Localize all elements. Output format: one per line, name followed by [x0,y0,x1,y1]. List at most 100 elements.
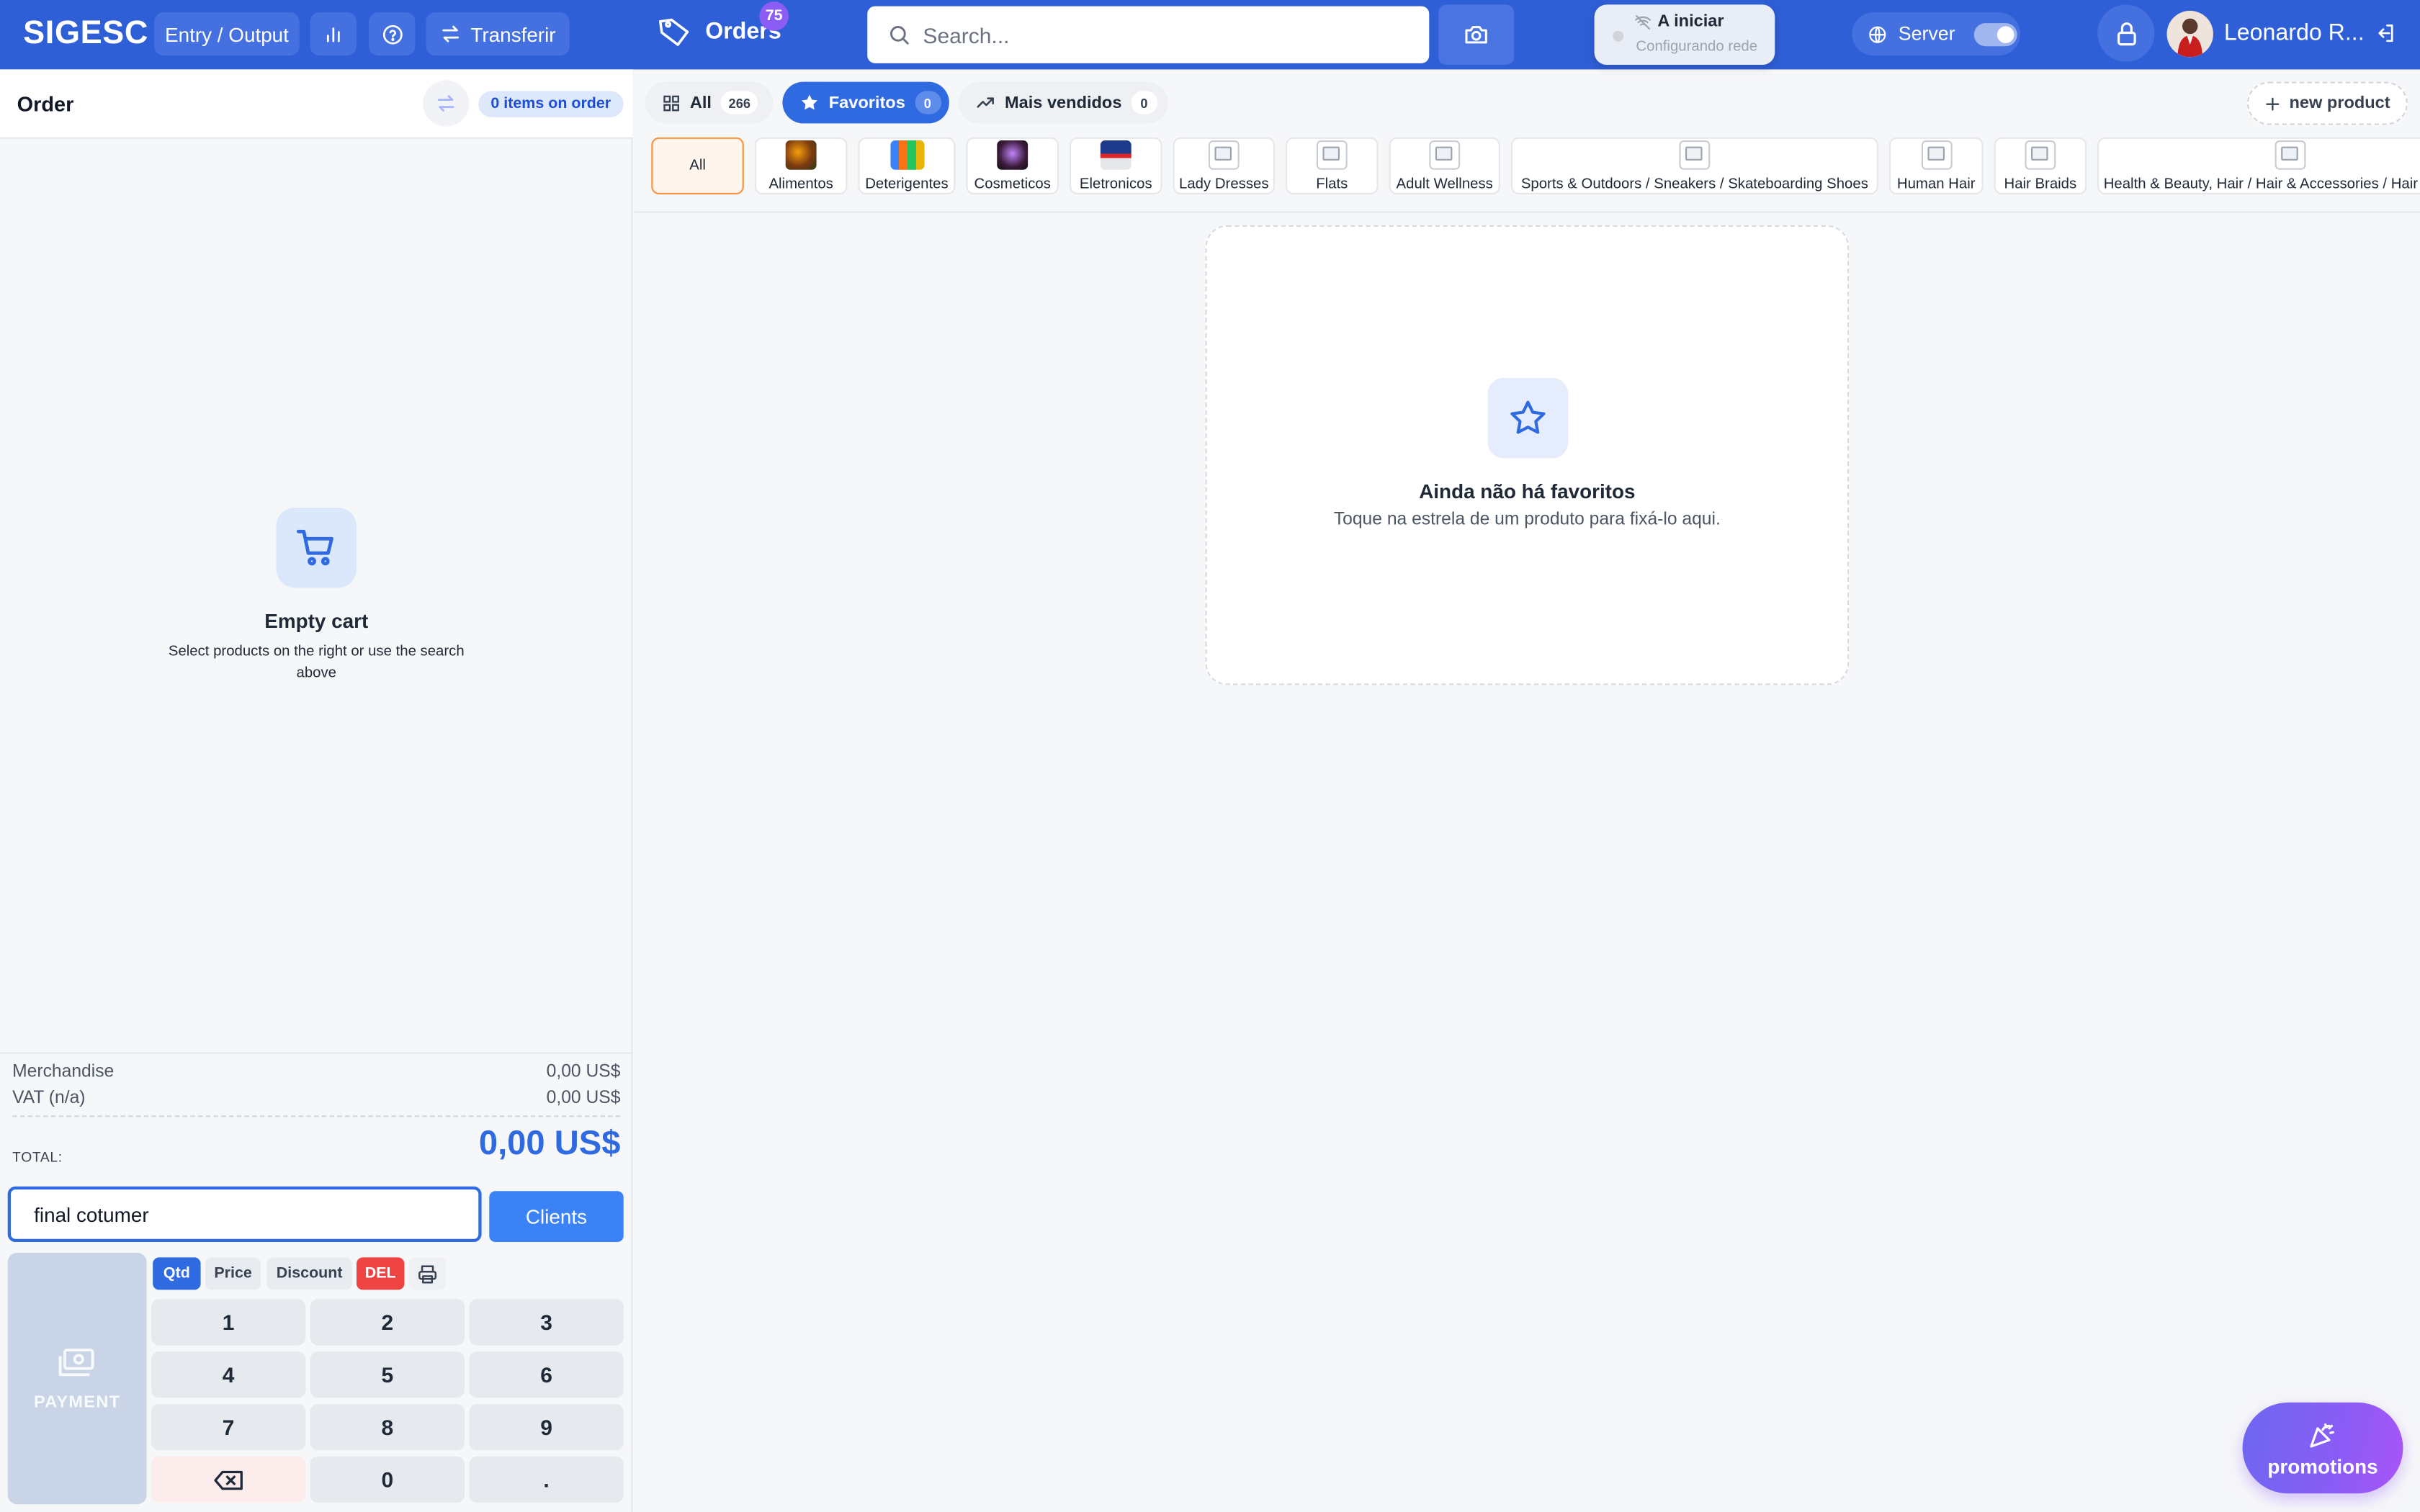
cash-icon [57,1346,97,1380]
vat-value: 0,00 US$ [546,1089,621,1108]
new-product-button[interactable]: new product [2247,81,2408,125]
vat-row: VAT (n/a) 0,00 US$ [12,1089,620,1108]
lock-button[interactable] [2097,4,2155,62]
vat-label: VAT (n/a) [12,1089,86,1108]
star-outline-icon [1487,378,1569,459]
logout-button[interactable] [2374,22,2397,45]
keypad-backspace[interactable] [151,1456,306,1503]
category-lady-dresses[interactable]: Lady Dresses [1173,137,1275,194]
category-flats[interactable]: Flats [1286,137,1379,194]
category-human-hair[interactable]: Human Hair [1888,137,1984,194]
keypad-decimal[interactable]: . [469,1456,624,1503]
broken-image-icon [1429,140,1461,170]
entry-output-button[interactable]: Entry / Output [154,12,300,56]
category-label: Cosmeticos [974,176,1051,193]
keypad-3[interactable]: 3 [469,1299,624,1346]
empty-cart-state: Empty cart Select products on the right … [0,508,633,685]
top-bar: SIGESC Entry / Output Transferir Orders … [0,0,2420,70]
keypad-1[interactable]: 1 [151,1299,306,1346]
category-label: Alimentos [768,176,833,193]
category-health-beauty-hair[interactable]: Health & Beauty, Hair / Hair & Accessori… [2097,137,2420,194]
clients-button[interactable]: Clients [489,1191,624,1242]
category-deterigentes[interactable]: Deterigentes [858,137,956,194]
search-input[interactable] [923,22,1386,48]
category-sports-outdoors[interactable]: Sports & Outdoors / Sneakers / Skateboar… [1510,137,1878,194]
merchandise-row: Merchandise 0,00 US$ [12,1063,620,1081]
transfer-label: Transferir [470,22,556,46]
category-alimentos[interactable]: Alimentos [754,137,848,194]
favorites-empty-title: Ainda não há favoritos [1419,480,1636,503]
keypad-4[interactable]: 4 [151,1351,306,1398]
total-label: TOTAL: [12,1149,63,1165]
help-button[interactable] [369,12,416,56]
tab-favoritos[interactable]: Favoritos 0 [782,81,949,124]
search-icon [887,23,910,46]
category-eletronicos[interactable]: Eletronicos [1070,137,1162,194]
promotions-button[interactable]: promotions [2242,1402,2403,1494]
empty-cart-subtitle: Select products on the right or use the … [168,643,465,683]
keypad-5[interactable]: 5 [310,1351,465,1398]
promotions-label: promotions [2267,1454,2378,1477]
camera-scan-button[interactable] [1438,4,1515,65]
keypad-0[interactable]: 0 [310,1456,465,1503]
keypad-2[interactable]: 2 [310,1299,465,1346]
category-all[interactable]: All [651,137,744,194]
mode-discount-button[interactable]: Discount [266,1257,352,1290]
print-button[interactable] [408,1257,447,1290]
swap-order-button[interactable] [423,80,470,127]
keypad-6[interactable]: 6 [469,1351,624,1398]
broken-image-icon [1679,140,1711,170]
swap-arrows-icon [435,93,457,114]
new-product-label: new product [2289,94,2390,113]
category-label: Adult Wellness [1396,176,1493,193]
category-label: Lady Dresses [1179,176,1269,193]
wifi-off-icon [1634,13,1652,30]
bar-chart-icon [323,23,344,45]
category-label: Human Hair [1896,176,1976,193]
broken-image-icon [1316,140,1348,170]
star-icon [799,93,820,113]
broken-image-icon [1920,140,1952,170]
payment-button[interactable]: PAYMENT [7,1253,147,1505]
keypad-8[interactable]: 8 [310,1403,465,1451]
server-label: Server [1898,23,1955,45]
category-label: Eletronicos [1079,176,1152,193]
client-input[interactable] [7,1186,482,1242]
empty-cart-title: Empty cart [264,609,369,633]
server-toggle[interactable]: Server [1852,12,2020,56]
category-adult-wellness[interactable]: Adult Wellness [1389,137,1500,194]
grid-icon [662,94,681,112]
category-hair-braids[interactable]: Hair Braids [1994,137,2087,194]
brand-logo: SIGESC [23,15,149,51]
transfer-button[interactable]: Transferir [426,12,570,56]
category-label: Flats [1316,176,1348,193]
orders-button[interactable]: Orders 75 [658,1,789,48]
tab-all-label: All [689,93,712,112]
plus-icon [2264,95,2282,112]
keypad-9[interactable]: 9 [469,1403,624,1451]
tab-all-count: 266 [720,91,758,114]
tab-mais-vendidos-label: Mais vendidos [1005,93,1122,112]
logout-icon [2374,22,2397,45]
keypad-7[interactable]: 7 [151,1403,306,1451]
tab-mais-vendidos[interactable]: Mais vendidos 0 [958,81,1169,124]
server-switch[interactable] [1973,22,2017,46]
category-cosmeticos[interactable]: Cosmeticos [966,137,1059,194]
category-thumbnail [889,140,924,170]
network-status[interactable]: A iniciar Configurando rede [1594,4,1775,65]
mode-price-button[interactable]: Price [205,1257,261,1290]
status-dot [1613,30,1624,42]
tab-all[interactable]: All 266 [645,81,774,124]
favorites-empty-state: Ainda não há favoritos Toque na estrela … [1205,225,1850,685]
mode-delete-button[interactable]: DEL [356,1257,405,1290]
reports-button[interactable] [310,12,357,56]
user-name[interactable]: Leonardo R... [2224,20,2365,46]
help-circle-icon [380,22,403,45]
mode-qtd-button[interactable]: Qtd [153,1257,201,1290]
product-tabs: All 266 Favoritos 0 Mais vendidos 0 new … [635,69,2420,137]
globe-icon [1868,24,1888,44]
category-thumbnail [785,140,817,170]
broken-image-icon [1208,140,1240,170]
avatar[interactable] [2166,11,2213,58]
category-label: Health & Beauty, Hair / Hair & Accessori… [2103,176,2419,193]
